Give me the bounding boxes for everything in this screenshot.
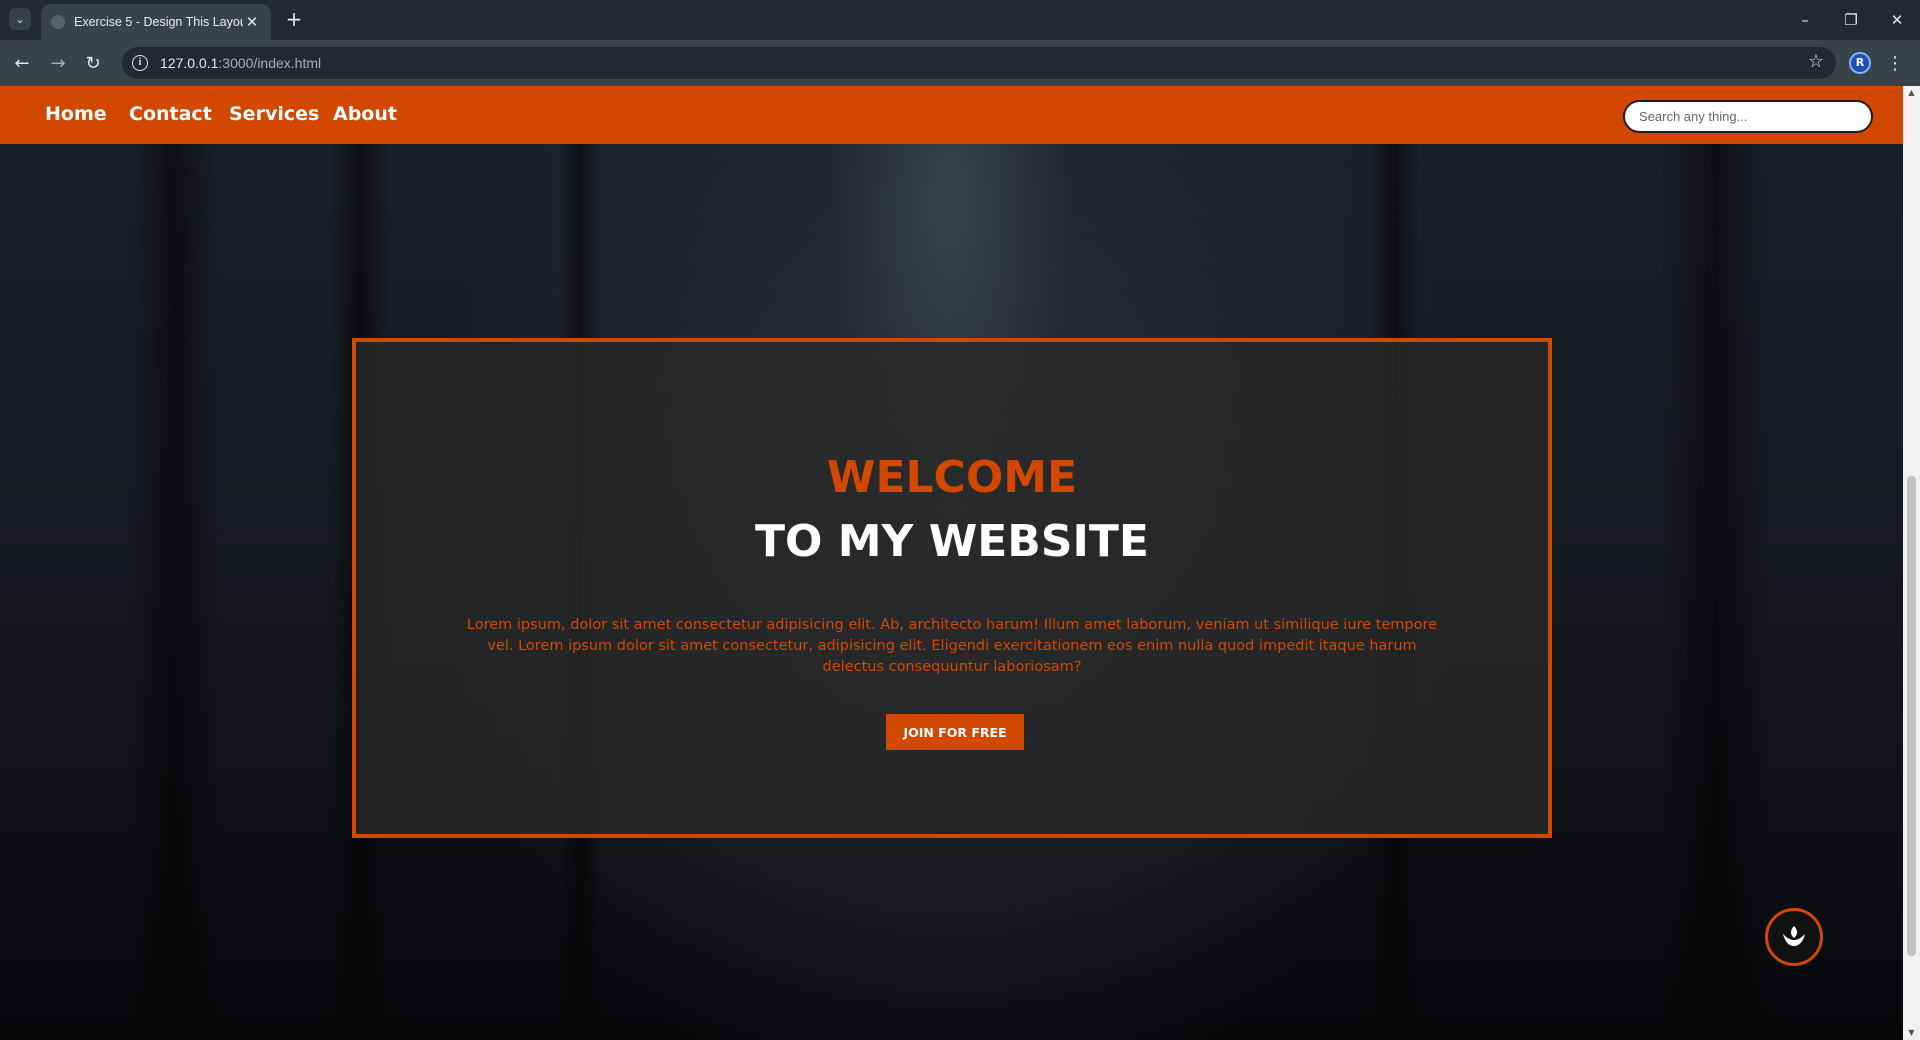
back-icon[interactable]: ←: [9, 51, 35, 77]
reload-icon[interactable]: ↻: [80, 51, 106, 77]
address-bar[interactable]: i 127.0.0.1:3000/index.html ☆: [122, 47, 1836, 79]
scroll-down-icon[interactable]: ▼: [1903, 1026, 1920, 1040]
minimize-icon[interactable]: –: [1790, 8, 1820, 32]
join-for-free-button[interactable]: JOIN FOR FREE: [886, 714, 1024, 750]
browser-tab[interactable]: Exercise 5 - Design This Layout ✕: [41, 4, 271, 40]
site-navbar: Home Contact Services About: [0, 86, 1903, 144]
background-tree: [1660, 86, 1770, 1040]
url-host: 127.0.0.1: [160, 55, 219, 71]
background-tree: [130, 86, 220, 1040]
new-tab-icon[interactable]: +: [282, 7, 306, 31]
bookmark-star-icon[interactable]: ☆: [1808, 51, 1824, 72]
menu-icon[interactable]: ⋮: [1885, 51, 1905, 77]
nav-link-services[interactable]: Services: [229, 103, 319, 125]
hero-welcome-heading: WELCOME: [826, 452, 1078, 503]
favicon-icon: [51, 15, 65, 29]
nav-link-contact[interactable]: Contact: [129, 103, 212, 125]
window-close-icon[interactable]: ✕: [1882, 8, 1912, 32]
browser-tab-bar: ⌄ Exercise 5 - Design This Layout ✕ + – …: [0, 0, 1920, 40]
scroll-up-icon[interactable]: ▲: [1903, 86, 1920, 100]
page-viewport: Home Contact Services About WELCOME TO M…: [0, 86, 1903, 1040]
hero-box: WELCOME TO MY WEBSITE Lorem ipsum, dolor…: [352, 338, 1552, 838]
site-info-icon[interactable]: i: [132, 55, 148, 71]
page-scrollbar[interactable]: ▲ ▼: [1903, 86, 1920, 1040]
search-input[interactable]: [1623, 100, 1873, 133]
profile-icon[interactable]: R: [1849, 52, 1871, 74]
floating-widget-button[interactable]: [1765, 908, 1823, 966]
forward-icon[interactable]: →: [45, 51, 71, 77]
hero-subtitle-heading: TO MY WEBSITE: [755, 516, 1149, 567]
restore-icon[interactable]: ❐: [1836, 8, 1866, 32]
close-icon[interactable]: ✕: [243, 13, 261, 31]
scrollbar-thumb[interactable]: [1907, 476, 1916, 956]
tab-list-icon[interactable]: ⌄: [9, 8, 31, 30]
tab-title: Exercise 5 - Design This Layout: [74, 15, 243, 29]
lotus-icon: [1783, 926, 1805, 946]
url-path: :3000/index.html: [218, 55, 322, 71]
nav-link-about[interactable]: About: [333, 103, 397, 125]
hero-description: Lorem ipsum, dolor sit amet consectetur …: [466, 617, 1438, 675]
browser-toolbar: ← → ↻ i 127.0.0.1:3000/index.html ☆ R ⋮: [0, 40, 1920, 86]
nav-link-home[interactable]: Home: [45, 103, 107, 125]
